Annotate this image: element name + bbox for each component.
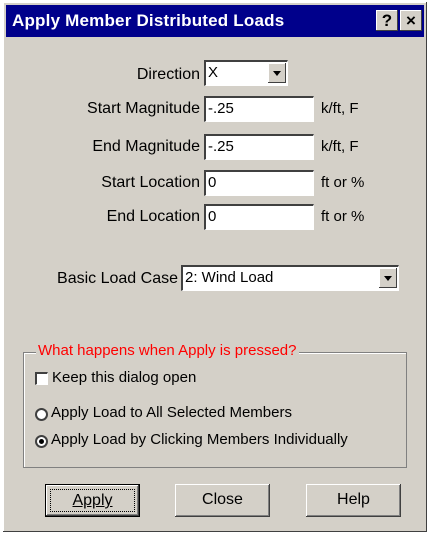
help-title-button[interactable]: ? — [376, 10, 398, 31]
end-magnitude-value: -.25 — [208, 138, 234, 155]
end-location-label: End Location — [106, 208, 200, 225]
help-button-label: Help — [337, 491, 370, 508]
start-location-value: 0 — [208, 174, 217, 191]
direction-select[interactable]: X — [204, 60, 288, 86]
start-location-field[interactable]: 0 — [204, 170, 314, 196]
apply-all-radio[interactable] — [35, 408, 48, 421]
end-magnitude-unit: k/ft, F — [321, 138, 359, 155]
chevron-down-icon[interactable] — [379, 268, 397, 288]
apply-button[interactable]: Apply — [45, 484, 140, 517]
dialog-window: Apply Member Distributed Loads ? × Direc… — [3, 2, 427, 532]
keep-open-label[interactable]: Keep this dialog open — [52, 369, 196, 386]
end-magnitude-field[interactable]: -.25 — [204, 134, 314, 160]
close-button-label: Close — [202, 491, 243, 508]
apply-individually-label[interactable]: Apply Load by Clicking Members Individua… — [51, 431, 348, 448]
apply-individually-radio[interactable] — [35, 435, 48, 448]
start-magnitude-field[interactable]: -.25 — [204, 96, 314, 122]
end-location-field[interactable]: 0 — [204, 204, 314, 230]
direction-value: X — [208, 64, 219, 81]
start-location-label: Start Location — [101, 174, 200, 191]
start-magnitude-value: -.25 — [208, 100, 234, 117]
chevron-down-icon[interactable] — [268, 63, 286, 83]
apply-behavior-group: What happens when Apply is pressed? Keep… — [23, 342, 407, 468]
direction-label: Direction — [136, 66, 200, 83]
apply-button-label: Apply — [72, 492, 113, 509]
end-location-unit: ft or % — [321, 208, 365, 225]
end-location-value: 0 — [208, 208, 217, 225]
load-case-label: Basic Load Case — [57, 270, 178, 287]
start-location-unit: ft or % — [321, 174, 365, 191]
question-mark-icon: ? — [381, 11, 393, 30]
window-title: Apply Member Distributed Loads — [12, 11, 285, 30]
start-magnitude-label: Start Magnitude — [87, 100, 200, 117]
keep-open-checkbox[interactable] — [35, 372, 48, 385]
end-magnitude-label: End Magnitude — [92, 138, 200, 155]
close-title-button[interactable]: × — [400, 10, 422, 31]
apply-all-label[interactable]: Apply Load to All Selected Members — [51, 404, 292, 421]
title-bar[interactable]: Apply Member Distributed Loads ? × — [6, 5, 424, 37]
close-icon: × — [406, 11, 416, 30]
help-button[interactable]: Help — [306, 484, 401, 517]
start-magnitude-unit: k/ft, F — [321, 100, 359, 117]
load-case-select[interactable]: 2: Wind Load — [181, 265, 399, 291]
group-title: What happens when Apply is pressed? — [36, 342, 299, 359]
close-button[interactable]: Close — [175, 484, 270, 517]
load-case-value: 2: Wind Load — [185, 269, 274, 286]
